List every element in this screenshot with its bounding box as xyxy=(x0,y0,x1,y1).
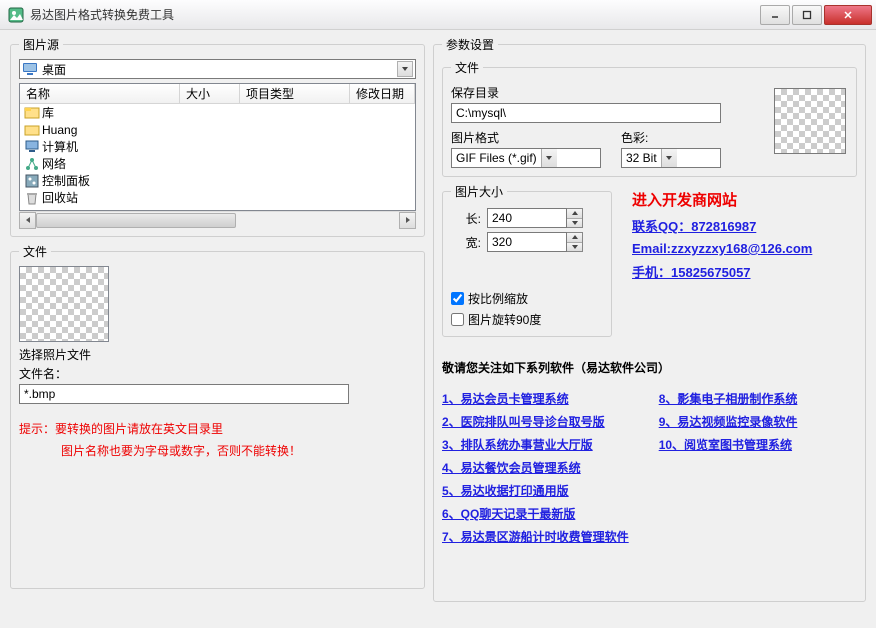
image-source-legend: 图片源 xyxy=(19,36,63,53)
width-label: 长: xyxy=(451,210,481,227)
image-size-group: 图片大小 长: 宽: 按比例缩放 图片旋转90度 xyxy=(442,183,612,337)
vendor-website-link[interactable]: 进入开发商网站 xyxy=(632,189,812,210)
spin-down-icon xyxy=(567,219,582,228)
table-row[interactable]: 库 xyxy=(20,104,415,121)
table-header: 名称 大小 项目类型 修改日期 xyxy=(20,84,415,104)
software-link[interactable]: 4、易达餐饮会员管理系统 xyxy=(442,459,629,476)
desktop-icon xyxy=(22,61,38,77)
table-row[interactable]: 网络 xyxy=(20,155,415,172)
software-link[interactable]: 10、阅览室图书管理系统 xyxy=(659,436,798,453)
col-size[interactable]: 大小 xyxy=(180,84,240,103)
width-input[interactable] xyxy=(487,208,567,228)
close-button[interactable] xyxy=(824,5,872,25)
select-photo-label: 选择照片文件 xyxy=(19,346,416,363)
software-link[interactable]: 2、医院排队叫号导诊台取号版 xyxy=(442,413,629,430)
preview-thumbnail xyxy=(19,266,109,342)
recycle-bin-icon xyxy=(24,190,40,206)
scroll-thumb[interactable] xyxy=(36,213,236,228)
software-link[interactable]: 6、QQ聊天记录干最新版 xyxy=(442,505,629,522)
maximize-button[interactable] xyxy=(792,5,822,25)
rotate90-checkbox[interactable]: 图片旋转90度 xyxy=(451,311,603,328)
image-source-group: 图片源 桌面 名称 大小 项目类型 修改日期 库 Huang 计算机 网络 xyxy=(10,36,425,237)
software-link[interactable]: 5、易达收据打印通用版 xyxy=(442,482,629,499)
scroll-left-button[interactable] xyxy=(19,212,36,229)
vendor-email-link[interactable]: Email:zzxyzzxy168@126.com xyxy=(632,241,812,256)
scroll-right-button[interactable] xyxy=(399,212,416,229)
software-link[interactable]: 8、影集电子相册制作系统 xyxy=(659,390,798,407)
height-input[interactable] xyxy=(487,232,567,252)
table-row[interactable]: 回收站 xyxy=(20,189,415,206)
hint-text: 提示：要转换的图片请放在英文目录里 图片名称也要为字母或数字，否则不能转换！ xyxy=(19,418,416,462)
height-label: 宽: xyxy=(451,234,481,251)
keep-ratio-checkbox[interactable]: 按比例缩放 xyxy=(451,290,603,307)
output-preview xyxy=(774,88,846,154)
software-col-right: 8、影集电子相册制作系统 9、易达视频监控录像软件 10、阅览室图书管理系统 xyxy=(659,384,798,551)
dropdown-arrow-icon xyxy=(397,61,413,77)
minimize-button[interactable] xyxy=(760,5,790,25)
table-row[interactable]: 控制面板 xyxy=(20,172,415,189)
computer-icon xyxy=(24,139,40,155)
color-label: 色彩: xyxy=(621,129,721,146)
software-link[interactable]: 1、易达会员卡管理系统 xyxy=(442,390,629,407)
filename-label: 文件名： xyxy=(19,365,416,382)
param-legend: 参数设置 xyxy=(442,36,498,53)
titlebar: 易达图片格式转换免费工具 xyxy=(0,0,876,30)
file-settings-legend: 文件 xyxy=(451,59,483,76)
table-row[interactable]: Huang xyxy=(20,121,415,138)
save-dir-input[interactable] xyxy=(451,103,721,123)
spin-up-icon xyxy=(567,233,582,243)
format-select[interactable]: GIF Files (*.gif) xyxy=(451,148,601,168)
vendor-phone-link[interactable]: 手机：15825675057 xyxy=(632,262,812,281)
color-select[interactable]: 32 Bit xyxy=(621,148,721,168)
folder-icon xyxy=(24,122,40,138)
software-col-left: 1、易达会员卡管理系统 2、医院排队叫号导诊台取号版 3、排队系统办事营业大厅版… xyxy=(442,384,629,551)
folder-dropdown-text: 桌面 xyxy=(42,61,397,78)
software-link[interactable]: 3、排队系统办事营业大厅版 xyxy=(442,436,629,453)
height-spinner[interactable] xyxy=(567,232,583,252)
library-icon xyxy=(24,105,40,121)
window-title: 易达图片格式转换免费工具 xyxy=(30,6,758,23)
file-group: 文件 选择照片文件 文件名： 提示：要转换的图片请放在英文目录里 图片名称也要为… xyxy=(10,243,425,589)
filename-input[interactable] xyxy=(19,384,349,404)
file-settings-group: 文件 保存目录 图片格式 GIF Files (*.gif) 色彩: 32 Bi… xyxy=(442,59,857,177)
vendor-links: 进入开发商网站 联系QQ：872816987 Email:zzxyzzxy168… xyxy=(632,183,812,343)
col-name[interactable]: 名称 xyxy=(20,84,180,103)
width-spinner[interactable] xyxy=(567,208,583,228)
software-link[interactable]: 7、易达景区游船计时收费管理软件 xyxy=(442,528,629,545)
file-group-legend: 文件 xyxy=(19,243,51,260)
file-table: 名称 大小 项目类型 修改日期 库 Huang 计算机 网络 控制面板 回收站 xyxy=(19,83,416,211)
col-date[interactable]: 修改日期 xyxy=(350,84,415,103)
spin-down-icon xyxy=(567,243,582,252)
param-group: 参数设置 文件 保存目录 图片格式 GIF Files (*.gif) 色彩: … xyxy=(433,36,866,602)
folder-dropdown[interactable]: 桌面 xyxy=(19,59,416,79)
format-label: 图片格式 xyxy=(451,129,601,146)
spin-up-icon xyxy=(567,209,582,219)
chevron-down-icon xyxy=(541,149,557,167)
table-row[interactable]: 计算机 xyxy=(20,138,415,155)
vendor-qq-link[interactable]: 联系QQ：872816987 xyxy=(632,216,812,235)
table-body: 库 Huang 计算机 网络 控制面板 回收站 xyxy=(20,104,415,206)
software-link[interactable]: 9、易达视频监控录像软件 xyxy=(659,413,798,430)
col-type[interactable]: 项目类型 xyxy=(240,84,350,103)
horizontal-scrollbar[interactable] xyxy=(19,211,416,228)
app-icon xyxy=(8,7,24,23)
chevron-down-icon xyxy=(661,149,677,167)
image-size-legend: 图片大小 xyxy=(451,183,507,200)
network-icon xyxy=(24,156,40,172)
software-list-title: 敬请您关注如下系列软件（易达软件公司） xyxy=(442,359,857,376)
control-panel-icon xyxy=(24,173,40,189)
